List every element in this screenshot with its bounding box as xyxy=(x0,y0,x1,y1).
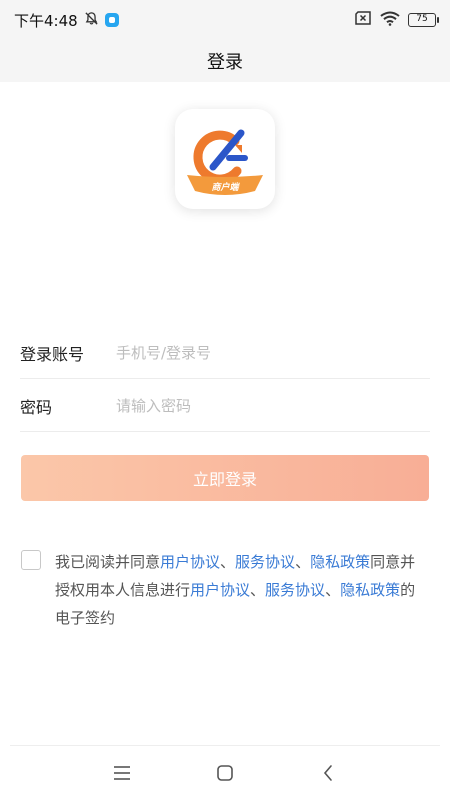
account-input[interactable] xyxy=(116,343,430,362)
user-agreement-link[interactable]: 用户协议 xyxy=(160,553,220,571)
service-agreement-link-2[interactable]: 服务协议 xyxy=(265,581,325,599)
separator: 、 xyxy=(220,553,236,571)
logo-text: 商户端 xyxy=(211,182,240,193)
status-right: 75 xyxy=(354,11,439,30)
account-label: 登录账号 xyxy=(20,344,85,364)
privacy-policy-link[interactable]: 隐私政策 xyxy=(310,553,370,571)
agreement-text: 我已阅读并同意用户协议、服务协议、隐私政策同意并授权用本人信息进行用户协议、服务… xyxy=(55,548,427,632)
status-left: 下午4:48 xyxy=(14,10,119,31)
agreement-checkbox[interactable] xyxy=(21,550,41,570)
status-bar: 下午4:48 75 xyxy=(0,0,450,40)
login-button[interactable]: 立即登录 xyxy=(21,455,429,501)
password-label: 密码 xyxy=(20,397,53,417)
status-time: 下午4:48 xyxy=(14,11,78,30)
bell-off-icon xyxy=(84,11,99,30)
separator: 、 xyxy=(325,581,341,599)
home-icon xyxy=(217,765,233,781)
battery-icon: 75 xyxy=(408,13,439,27)
separator: 、 xyxy=(295,553,311,571)
privacy-policy-link-2[interactable]: 隐私政策 xyxy=(340,581,400,599)
separator: 、 xyxy=(250,581,266,599)
home-button[interactable] xyxy=(205,753,245,793)
account-row: 登录账号 xyxy=(20,327,430,379)
password-input[interactable] xyxy=(116,396,430,415)
wifi-icon xyxy=(380,11,400,30)
user-agreement-link-2[interactable]: 用户协议 xyxy=(190,581,250,599)
menu-icon xyxy=(113,766,130,780)
logo-icon: 商户端 xyxy=(187,129,263,195)
sim-off-icon xyxy=(354,11,372,29)
agreement-text-1: 我已阅读并同意 xyxy=(55,553,161,571)
header: 登录 xyxy=(0,40,450,82)
back-button[interactable] xyxy=(308,753,348,793)
system-nav-bar xyxy=(0,746,450,800)
page-title: 登录 xyxy=(207,52,243,73)
service-agreement-link[interactable]: 服务协议 xyxy=(235,553,295,571)
password-row: 密码 xyxy=(20,380,430,432)
back-icon xyxy=(324,765,333,781)
app-logo: 商户端 xyxy=(175,109,275,209)
menu-button[interactable] xyxy=(102,753,142,793)
app-notification-icon xyxy=(104,13,119,27)
